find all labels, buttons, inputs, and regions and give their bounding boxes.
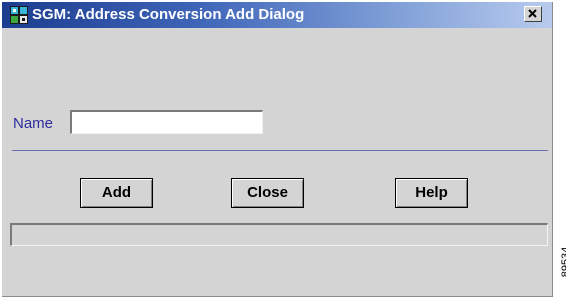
close-button[interactable]: Close [231,178,304,208]
title-bar[interactable]: SGM: Address Conversion Add Dialog [2,2,552,28]
status-bar [10,223,548,246]
separator-line [12,150,548,151]
name-input[interactable] [70,110,263,134]
window-title: SGM: Address Conversion Add Dialog [32,6,305,23]
window-close-button[interactable] [524,6,542,22]
figure-id-label: 89534 [560,246,566,278]
sgm-network-icon [10,6,28,24]
close-x-icon [528,9,537,18]
address-conversion-add-dialog: SGM: Address Conversion Add Dialog Name … [2,2,553,297]
add-button[interactable]: Add [80,178,153,208]
name-label: Name [13,115,54,132]
help-button[interactable]: Help [395,178,468,208]
